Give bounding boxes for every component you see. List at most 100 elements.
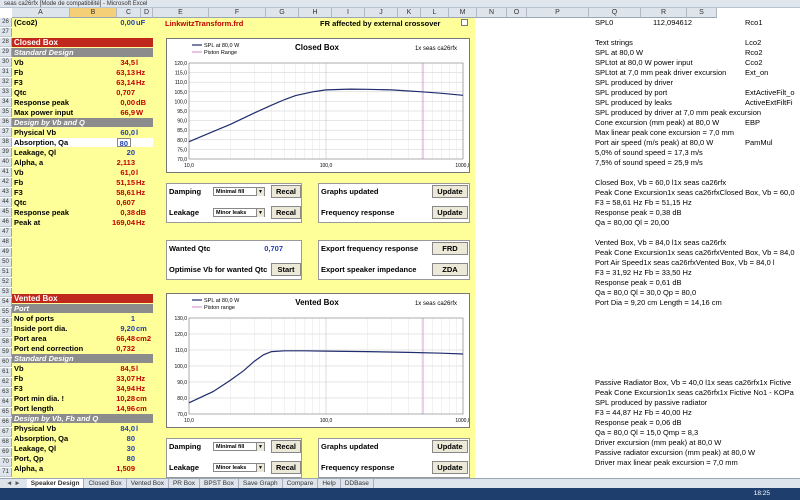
y-tick-label: 105,0 (174, 90, 187, 96)
column-header-e[interactable]: E (153, 8, 209, 18)
row-number[interactable]: 44 (0, 198, 12, 207)
x-tick-label: 1000,0 (455, 163, 469, 169)
row-number[interactable]: 29 (0, 48, 12, 57)
param-row: Physical Vb 60,0 l (14, 128, 139, 137)
row-number[interactable]: 36 (0, 118, 12, 127)
column-header-i[interactable]: I (332, 8, 365, 18)
column-header-b[interactable]: B (70, 8, 117, 18)
row-number[interactable]: 56 (0, 318, 12, 327)
row-number[interactable]: 49 (0, 248, 12, 257)
row-number[interactable]: 71 (0, 468, 12, 477)
column-header-o[interactable]: O (507, 8, 527, 18)
row-number[interactable]: 32 (0, 78, 12, 87)
column-header-n[interactable]: N (477, 8, 507, 18)
row-number[interactable]: 52 (0, 278, 12, 287)
update-graphs-button[interactable]: Update (432, 185, 468, 198)
row-number[interactable]: 69 (0, 448, 12, 457)
closed-box-chart: Closed Box 1x seas ca26rfx SPL at 80,0 W Pi… (166, 38, 470, 173)
row-number[interactable]: 64 (0, 398, 12, 407)
row-number[interactable]: 31 (0, 68, 12, 77)
param-row: Response peak 0,00 dB (14, 98, 146, 107)
y-tick-label: 110,0 (175, 348, 187, 354)
row-number[interactable]: 40 (0, 158, 12, 167)
row-number[interactable]: 38 (0, 138, 12, 147)
row-number[interactable]: 34 (0, 98, 12, 107)
linkwitz-transform-link[interactable]: LinkwitzTransform.frd (165, 19, 243, 28)
row-number[interactable]: 70 (0, 458, 12, 467)
column-header-p[interactable]: P (527, 8, 589, 18)
row-number[interactable]: 62 (0, 378, 12, 387)
row-number[interactable]: 51 (0, 268, 12, 277)
damping-select[interactable]: Minimal fill ▼ (213, 187, 265, 196)
row-number[interactable]: 61 (0, 368, 12, 377)
row-number[interactable]: 55 (0, 308, 12, 317)
row-number[interactable]: 41 (0, 168, 12, 177)
vented-update-graphs-button[interactable]: Update (432, 440, 468, 453)
row-number[interactable]: 30 (0, 58, 12, 67)
row-number[interactable]: 67 (0, 428, 12, 437)
row-number[interactable]: 68 (0, 438, 12, 447)
column-header-j[interactable]: J (365, 8, 398, 18)
column-header-c[interactable]: C (117, 8, 141, 18)
start-button[interactable]: Start (271, 263, 301, 276)
row-number[interactable]: 26 (0, 18, 12, 27)
vented-recal-leakage-button[interactable]: Recal (271, 461, 301, 474)
x-tick-label: 100,0 (320, 418, 333, 424)
recal-button[interactable]: Recal (271, 185, 301, 198)
row-number[interactable]: 58 (0, 338, 12, 347)
vented-update-freq-button[interactable]: Update (432, 461, 468, 474)
section-header: Standard Design (12, 48, 153, 57)
column-header-l[interactable]: L (421, 8, 449, 18)
column-header-k[interactable]: K (398, 8, 421, 18)
section-header: Vented Box (12, 294, 153, 303)
row-number[interactable]: 45 (0, 208, 12, 217)
column-header-r[interactable]: R (641, 8, 687, 18)
crossover-checkbox[interactable] (461, 19, 468, 26)
frd-button[interactable]: FRD (432, 242, 468, 255)
row-number[interactable]: 65 (0, 408, 12, 417)
column-header-g[interactable]: G (266, 8, 299, 18)
row-number[interactable]: 47 (0, 228, 12, 237)
row-number[interactable]: 48 (0, 238, 12, 247)
row-number[interactable]: 60 (0, 358, 12, 367)
vented-recal-button[interactable]: Recal (271, 440, 301, 453)
row-number[interactable]: 50 (0, 258, 12, 267)
vented-damping-select[interactable]: Minimal fill ▼ (213, 442, 265, 451)
row-number[interactable]: 39 (0, 148, 12, 157)
row-number[interactable]: 33 (0, 88, 12, 97)
recal-leakage-button[interactable]: Recal (271, 206, 301, 219)
row-number[interactable]: 35 (0, 108, 12, 117)
wanted-qtc-value[interactable]: 0,707 (264, 243, 283, 254)
row-number[interactable]: 63 (0, 388, 12, 397)
row-number[interactable]: 27 (0, 28, 12, 37)
row-number[interactable]: 57 (0, 328, 12, 337)
param-row: Absorption, Qa 80 (12, 138, 153, 147)
right-text-row: F3 = 58,61 Hz Fb = 51,15 Hz (595, 198, 692, 207)
column-header-d[interactable]: D (141, 8, 153, 18)
column-header-q[interactable]: Q (589, 8, 641, 18)
y-tick-label: 80,0 (177, 138, 187, 144)
tab-nav-icon[interactable]: ◄ ► (0, 480, 27, 487)
y-tick-label: 90,0 (177, 119, 187, 125)
row-number[interactable]: 66 (0, 418, 12, 427)
sheet-tabs: ◄ ► Speaker Design Closed Box Vented Box PR … (0, 478, 800, 489)
row-number[interactable]: 59 (0, 348, 12, 357)
column-header-a[interactable]: A (12, 8, 70, 18)
zda-button[interactable]: ZDA (432, 263, 468, 276)
row-number[interactable]: 54 (0, 298, 12, 307)
column-header-s[interactable]: S (687, 8, 717, 18)
column-header-h[interactable]: H (299, 8, 332, 18)
leakage-select[interactable]: Minor leaks ▼ (213, 208, 265, 217)
update-freq-button[interactable]: Update (432, 206, 468, 219)
vented-leakage-select[interactable]: Minor leaks ▼ (213, 463, 265, 472)
row-number[interactable]: 43 (0, 188, 12, 197)
row-number[interactable]: 28 (0, 38, 12, 47)
row-number[interactable]: 42 (0, 178, 12, 187)
y-tick-label: 120,0 (174, 61, 187, 67)
column-header-f[interactable]: F (209, 8, 266, 18)
row-number[interactable]: 53 (0, 288, 12, 297)
right-text-row: Qa = 80,0 Ql = 15,0 Qmp = 8,3 (595, 428, 699, 437)
row-number[interactable]: 37 (0, 128, 12, 137)
column-header-m[interactable]: M (449, 8, 477, 18)
row-number[interactable]: 46 (0, 218, 12, 227)
